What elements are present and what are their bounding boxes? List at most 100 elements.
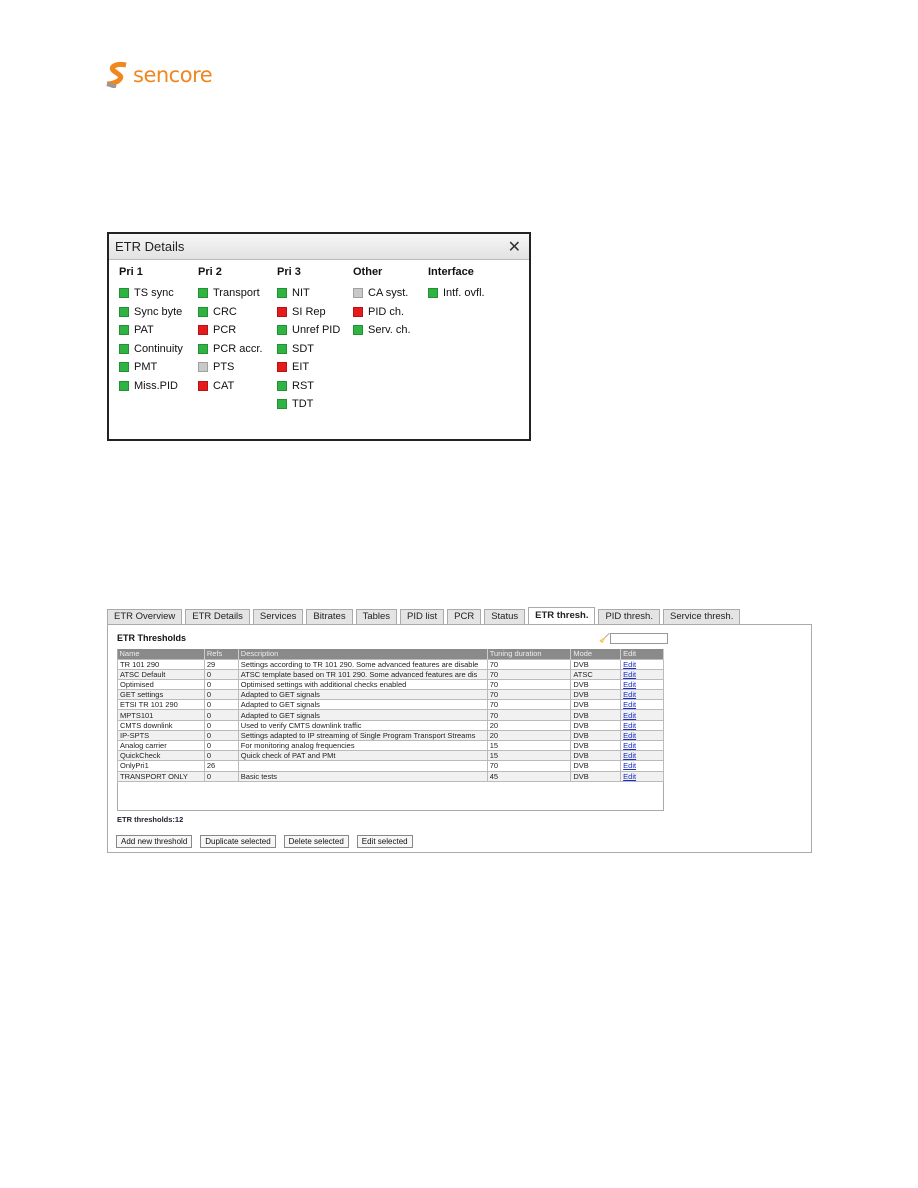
edit-link[interactable]: Edit — [623, 701, 636, 709]
tab-pid-thresh[interactable]: PID thresh. — [598, 609, 660, 624]
check-tdt[interactable]: TDT — [277, 395, 340, 414]
check-pat[interactable]: PAT — [119, 321, 183, 340]
tab-etr-thresh[interactable]: ETR thresh. — [528, 607, 596, 624]
column-header-description[interactable]: Description — [238, 649, 488, 659]
edit-link[interactable]: Edit — [623, 742, 636, 750]
check-sync-byte[interactable]: Sync byte — [119, 303, 183, 322]
check-pcr-accr[interactable]: PCR accr. — [198, 340, 263, 359]
check-sdt[interactable]: SDT — [277, 340, 340, 359]
column-header-refs[interactable]: Refs — [204, 649, 239, 659]
edit-link[interactable]: Edit — [623, 691, 636, 699]
cell-mode: DVB — [570, 709, 622, 721]
column-header-name[interactable]: Name — [117, 649, 205, 659]
column-header-tuning-duration[interactable]: Tuning duration — [487, 649, 572, 659]
tab-service-thresh[interactable]: Service thresh. — [662, 609, 741, 624]
table-row[interactable]: ATSC Default 0 ATSC template based on TR 1… — [117, 668, 664, 680]
table-row[interactable]: CMTS downlink 0 Used to verify CMTS downli… — [117, 719, 664, 731]
cell-edit: Edit — [620, 689, 664, 701]
cell-name: Optimised — [117, 678, 205, 691]
check-transport[interactable]: Transport — [198, 284, 263, 303]
check-serv-ch[interactable]: Serv. ch. — [353, 321, 411, 340]
cell-description: Adapted to GET signals — [237, 699, 488, 711]
edit-link[interactable]: Edit — [623, 711, 636, 719]
table-row[interactable]: IP-SPTS 0 Settings adapted to IP streaming… — [117, 729, 664, 742]
cell-mode: DVB — [570, 729, 622, 742]
tab-pid-list[interactable]: PID list — [400, 609, 445, 624]
check-rst[interactable]: RST — [277, 377, 340, 396]
check-label: Unref PID — [292, 324, 341, 337]
check-miss-pid[interactable]: Miss.PID — [119, 377, 183, 396]
edit-link[interactable]: Edit — [623, 772, 636, 780]
cell-tuning-duration: 20 — [486, 719, 572, 731]
check-ca-syst[interactable]: CA syst. — [353, 284, 411, 303]
check-ts-sync[interactable]: TS sync — [119, 284, 183, 303]
status-indicator-icon — [277, 306, 287, 317]
threshold-count: ETR thresholds:12 — [117, 815, 184, 824]
table-row[interactable]: TRANSPORT ONLY 0 Basic tests 45 DVB Edit — [117, 770, 664, 782]
status-indicator-icon — [119, 306, 129, 317]
close-icon[interactable]: ✕ — [508, 237, 521, 257]
table-row[interactable]: ETSI TR 101 290 0 Adapted to GET signals 70… — [117, 699, 664, 711]
edit-link[interactable]: Edit — [623, 680, 636, 688]
check-pts[interactable]: PTS — [198, 358, 263, 377]
tab-status[interactable]: Status — [484, 609, 526, 624]
check-pmt[interactable]: PMT — [119, 358, 183, 377]
cell-mode: DVB — [570, 760, 622, 772]
edit-selected-button[interactable]: Edit selected — [356, 835, 413, 848]
table-row[interactable]: Analog carrier 0 For monitoring analog fre… — [117, 739, 664, 752]
table-row[interactable]: QuickCheck 0 Quick check of PAT and PMt 15 D… — [117, 750, 664, 762]
cell-edit: Edit — [620, 668, 664, 680]
check-continuity[interactable]: Continuity — [119, 340, 183, 359]
tab-tables[interactable]: Tables — [355, 609, 398, 624]
tab-etr-overview[interactable]: ETR Overview — [107, 609, 183, 624]
check-cat[interactable]: CAT — [198, 377, 263, 396]
table-row[interactable]: MPTS101 0 Adapted to GET signals 70 DVB Edit — [117, 709, 664, 721]
edit-link[interactable]: Edit — [623, 721, 636, 729]
tab-bitrates[interactable]: Bitrates — [306, 609, 353, 624]
check-label: RST — [292, 379, 314, 392]
tab-services[interactable]: Services — [252, 609, 304, 624]
status-indicator-icon — [119, 343, 129, 354]
column-header-mode[interactable]: Mode — [570, 649, 622, 659]
cell-description: Optimised settings with additional check… — [237, 678, 488, 691]
check-si-rep[interactable]: SI Rep — [277, 303, 340, 322]
cell-description: Adapted to GET signals — [237, 689, 488, 701]
cell-mode: DVB — [570, 750, 622, 762]
cell-tuning-duration: 20 — [486, 729, 572, 742]
check-pid-ch[interactable]: PID ch. — [353, 303, 411, 322]
table-row[interactable]: GET settings 0 Adapted to GET signals 70 DVB… — [117, 689, 664, 701]
table-row[interactable]: Optimised 0 Optimised settings with additi… — [117, 678, 664, 691]
tab-etr-details[interactable]: ETR Details — [185, 609, 250, 624]
cell-description: Used to verify CMTS downlink traffic — [237, 719, 488, 731]
duplicate-selected-button[interactable]: Duplicate selected — [200, 835, 276, 848]
check-nit[interactable]: NIT — [277, 284, 340, 303]
edit-link[interactable]: Edit — [623, 660, 636, 668]
cell-mode: DVB — [570, 689, 622, 701]
table-row[interactable]: OnlyPri1 26 70 DVB Edit — [117, 760, 664, 772]
status-indicator-icon — [428, 288, 438, 299]
check-label: Serv. ch. — [368, 324, 411, 337]
edit-link[interactable]: Edit — [623, 670, 636, 678]
column-header: Interface — [428, 266, 474, 278]
cell-refs: 0 — [203, 739, 239, 752]
filter-input[interactable] — [610, 633, 668, 644]
check-crc[interactable]: CRC — [198, 303, 263, 322]
check-pcr[interactable]: PCR — [198, 321, 263, 340]
edit-link[interactable]: Edit — [623, 731, 636, 739]
check-eit[interactable]: EIT — [277, 358, 340, 377]
table-row[interactable]: TR 101 290 29 Settings according to TR 101… — [117, 658, 664, 670]
add-new-threshold-button[interactable]: Add new threshold — [116, 835, 193, 848]
cell-edit: Edit — [620, 760, 664, 772]
clear-filter-icon[interactable]: 🧹 — [599, 633, 610, 644]
tab-pcr[interactable]: PCR — [447, 609, 482, 624]
edit-link[interactable]: Edit — [623, 752, 636, 760]
cell-refs: 0 — [203, 770, 239, 782]
column-header-edit[interactable]: Edit — [620, 649, 664, 659]
window-titlebar: ETR Details ✕ — [109, 234, 529, 260]
edit-link[interactable]: Edit — [623, 762, 636, 770]
delete-selected-button[interactable]: Delete selected — [283, 835, 349, 848]
status-indicator-icon — [198, 325, 208, 336]
check-label: CRC — [213, 305, 237, 318]
check-unref-pid[interactable]: Unref PID — [277, 321, 340, 340]
check-intf-ovfl[interactable]: Intf. ovfl. — [428, 284, 485, 303]
